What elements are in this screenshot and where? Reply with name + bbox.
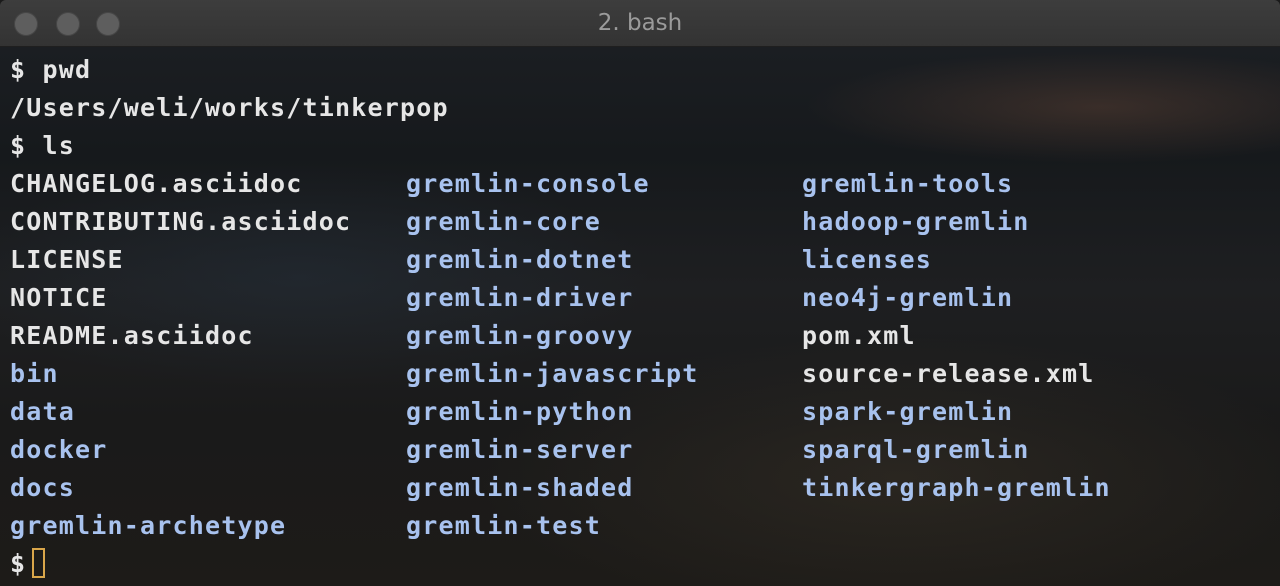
ls-directory-entry: hadoop-gremlin bbox=[802, 207, 1030, 236]
ls-directory-entry: licenses bbox=[802, 245, 933, 274]
pwd-output: /Users/weli/works/tinkerpop bbox=[10, 93, 449, 122]
ls-directory-entry: data bbox=[10, 397, 76, 426]
ls-directory-entry: docs bbox=[10, 473, 76, 502]
ls-directory-entry: gremlin-python bbox=[406, 397, 634, 426]
terminal-output-area[interactable]: $ pwd /Users/weli/works/tinkerpop $ ls C… bbox=[0, 47, 1280, 586]
ls-file-entry: pom.xml bbox=[802, 321, 916, 350]
terminal-window: 2. bash $ pwd /Users/weli/works/tinkerpo… bbox=[0, 0, 1280, 586]
command-text: ls bbox=[42, 131, 76, 160]
ls-directory-entry: gremlin-test bbox=[406, 511, 602, 540]
title-bar: 2. bash bbox=[0, 0, 1280, 47]
ls-file-entry: NOTICE bbox=[10, 283, 108, 312]
ls-file-entry: source-release.xml bbox=[802, 359, 1095, 388]
ls-directory-entry: gremlin-tools bbox=[802, 169, 1014, 198]
ls-file-entry: CHANGELOG.asciidoc bbox=[10, 169, 303, 198]
window-title: 2. bash bbox=[597, 10, 683, 36]
ls-directory-entry: gremlin-shaded bbox=[406, 473, 634, 502]
text-cursor bbox=[32, 548, 46, 578]
ls-directory-entry: gremlin-server bbox=[406, 435, 634, 464]
prompt-symbol: $ bbox=[10, 131, 27, 160]
ls-file-entry: LICENSE bbox=[10, 245, 124, 274]
prompt-symbol: $ bbox=[10, 549, 27, 578]
ls-directory-entry: gremlin-groovy bbox=[406, 321, 634, 350]
ls-directory-entry: gremlin-javascript bbox=[406, 359, 699, 388]
command-line-ls: $ ls bbox=[10, 127, 75, 165]
command-line-pwd: $ pwd bbox=[10, 51, 91, 89]
ls-directory-entry: gremlin-driver bbox=[406, 283, 634, 312]
ls-directory-entry: tinkergraph-gremlin bbox=[802, 473, 1111, 502]
ls-directory-entry: sparql-gremlin bbox=[802, 435, 1030, 464]
ls-directory-entry: neo4j-gremlin bbox=[802, 283, 1014, 312]
prompt-symbol: $ bbox=[10, 55, 27, 84]
ls-directory-entry: spark-gremlin bbox=[802, 397, 1014, 426]
command-text: pwd bbox=[42, 55, 92, 84]
ls-directory-entry: gremlin-core bbox=[406, 207, 602, 236]
command-line-current[interactable]: $ bbox=[10, 545, 46, 583]
ls-directory-entry: gremlin-dotnet bbox=[406, 245, 634, 274]
ls-directory-entry: gremlin-console bbox=[406, 169, 650, 198]
ls-directory-entry: docker bbox=[10, 435, 108, 464]
ls-directory-entry: gremlin-archetype bbox=[10, 511, 287, 540]
ls-file-entry: README.asciidoc bbox=[10, 321, 254, 350]
ls-file-entry: CONTRIBUTING.asciidoc bbox=[10, 207, 352, 236]
ls-directory-entry: bin bbox=[10, 359, 59, 388]
